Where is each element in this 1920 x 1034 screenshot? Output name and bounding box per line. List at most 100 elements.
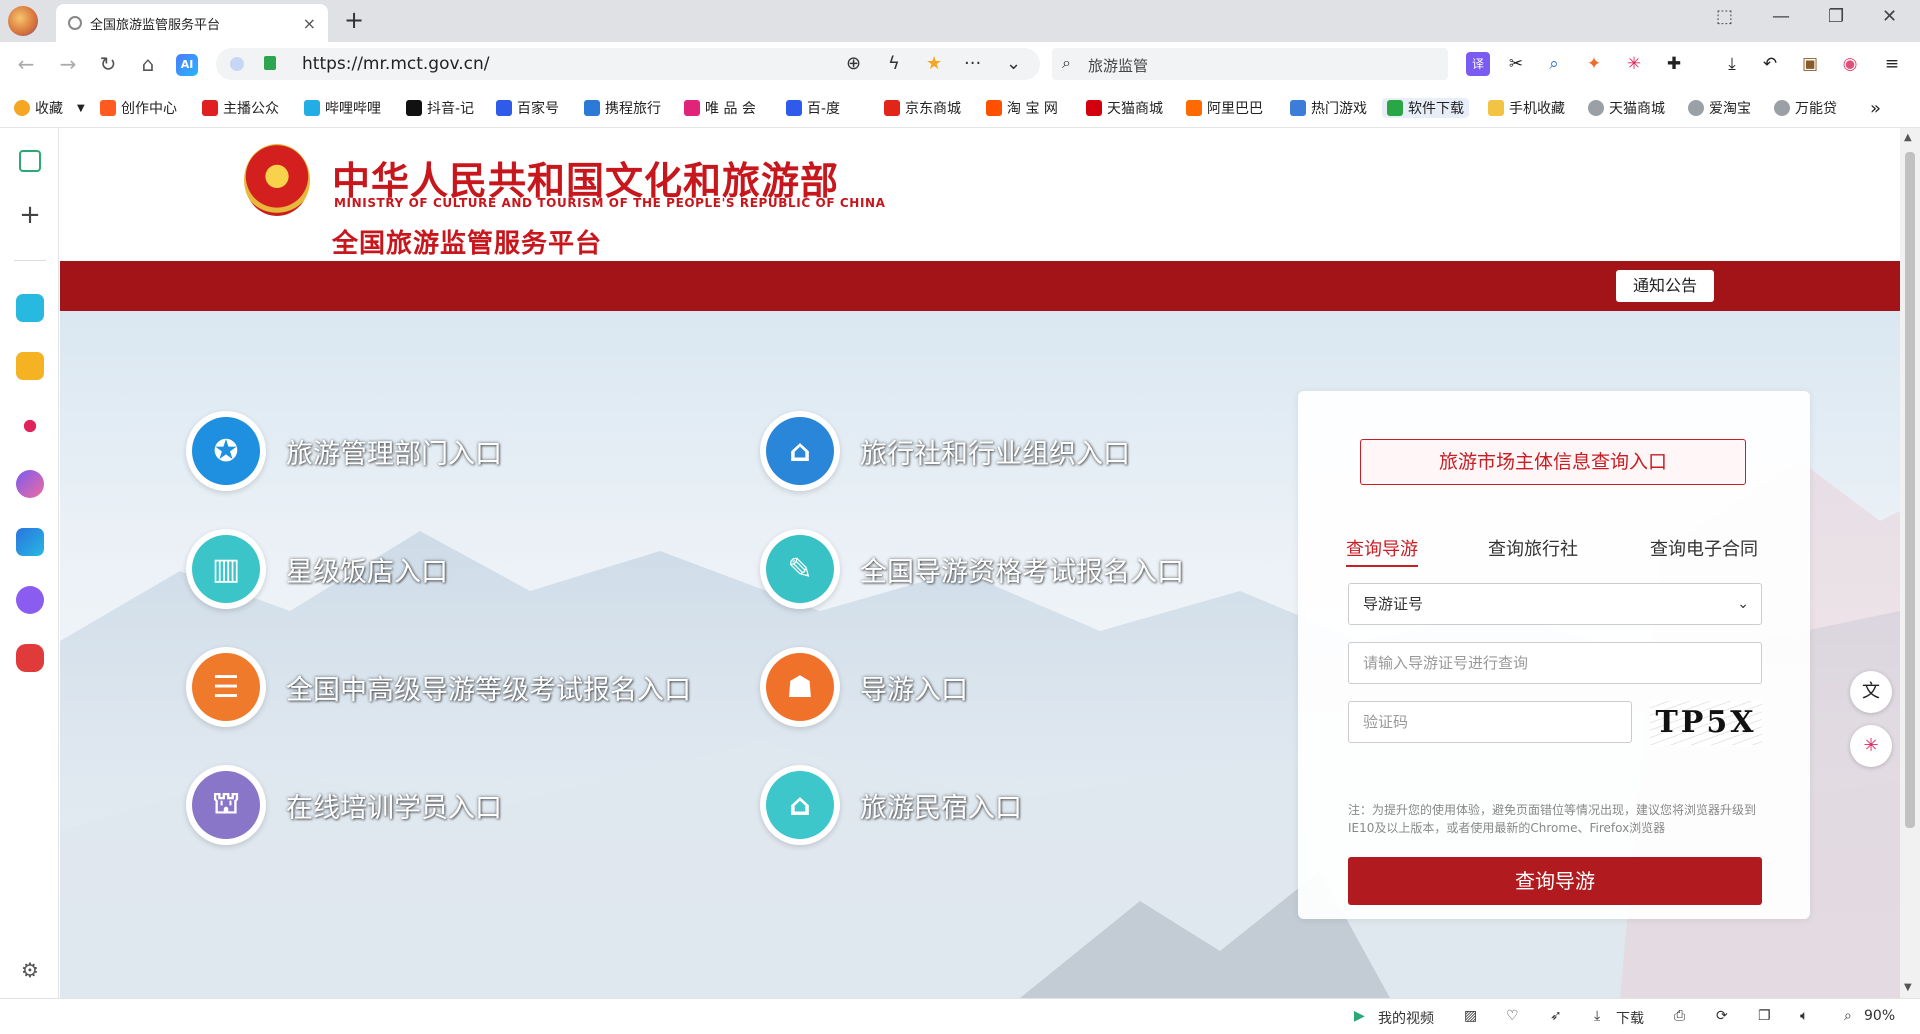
robot-icon[interactable] [16, 586, 44, 614]
entry-homestay[interactable]: ⌂ 旅游民宿入口 [760, 765, 1022, 845]
entry-star-hotel[interactable]: ▥ 星级饭店入口 [186, 529, 448, 609]
extensions-icon[interactable]: ✚ [1662, 52, 1686, 76]
browser-note: 注：为提升您的使用体验，避免页面错位等情况出现，建议您将浏览器升级到IE10及以… [1348, 803, 1757, 835]
bookmark-item[interactable]: 百家号 [496, 98, 559, 118]
undo-icon[interactable]: ↶ [1758, 52, 1782, 76]
network-icon[interactable]: ✳ [1622, 52, 1646, 76]
heart-icon[interactable]: ♡ [1506, 1008, 1519, 1024]
menu-icon[interactable]: ≡ [1880, 52, 1904, 76]
ai-app-icon[interactable] [16, 528, 44, 556]
bookmark-item[interactable]: 收藏 ▼ [14, 98, 85, 118]
bookmark-item[interactable]: 抖音-记 [406, 98, 474, 118]
page-scrollbar[interactable]: ▲ ▼ [1900, 128, 1920, 998]
favorite-star-icon[interactable]: ★ [926, 53, 942, 74]
query-guide-button[interactable]: 查询导游 [1348, 857, 1762, 905]
reload-button[interactable]: ↻ [96, 52, 120, 76]
caret-down-icon[interactable]: ▼ [77, 103, 85, 114]
home-button[interactable]: ⌂ [136, 52, 160, 76]
bookmark-item[interactable]: 天猫商城 [1086, 98, 1163, 118]
bookmark-item[interactable]: 主播公众 [202, 98, 279, 118]
bookmark-item[interactable]: 哔哩哔哩 [304, 98, 381, 118]
ai-assistant-button[interactable]: AI [176, 54, 198, 76]
bookmark-item[interactable]: 万能贷 [1774, 98, 1837, 118]
back-button[interactable]: ← [14, 52, 38, 76]
volume-icon[interactable]: 🔈︎ [1800, 1008, 1808, 1024]
network-float-icon[interactable]: ✳ [1850, 725, 1892, 767]
bookmark-item[interactable]: 创作中心 [100, 98, 177, 118]
bookmarks-more-button[interactable]: » [1870, 98, 1881, 119]
search-box[interactable]: ⌕ 旅游监管 [1052, 48, 1448, 80]
entry-guide-exam[interactable]: ✎ 全国导游资格考试报名入口 [760, 529, 1184, 609]
tab-query-contract[interactable]: 查询电子合同 [1650, 535, 1758, 561]
url-bar[interactable]: https://mr.mct.gov.cn/ ⊕ ϟ ★ ··· ⌄ [216, 48, 1040, 80]
more-icon[interactable]: ··· [964, 53, 981, 74]
star-app-icon[interactable] [16, 352, 44, 380]
entry-tourism-admin[interactable]: ✪ 旅游管理部门入口 [186, 411, 502, 491]
bookmark-item[interactable]: 爱淘宝 [1688, 98, 1751, 118]
download-button[interactable]: 下载 [1616, 1008, 1644, 1028]
lock-icon[interactable] [264, 56, 276, 70]
collab-app-icon[interactable] [16, 294, 44, 322]
scroll-thumb[interactable] [1905, 152, 1915, 828]
search-input[interactable]: 旅游监管 [1088, 55, 1148, 76]
scroll-down-icon[interactable]: ▼ [1904, 982, 1912, 993]
print-icon[interactable]: ⎙ [1674, 1008, 1685, 1024]
bookmark-item[interactable]: 唯 品 会 [684, 98, 756, 118]
captcha-image[interactable]: TP5X [1650, 701, 1762, 745]
bookmark-item[interactable]: 淘 宝 网 [986, 98, 1058, 118]
chevron-down-icon[interactable]: ⌄ [1006, 53, 1021, 74]
magnifier-icon[interactable]: ⌕ [1542, 52, 1566, 76]
image-icon[interactable]: ▨ [1464, 1008, 1477, 1024]
forward-button[interactable]: → [56, 52, 80, 76]
translate-float-icon[interactable]: 文 [1850, 671, 1892, 713]
bookmark-item[interactable]: 携程旅行 [584, 98, 661, 118]
scissors-icon[interactable]: ✂ [1504, 52, 1528, 76]
pin-window-icon[interactable]: ⬚ [1716, 6, 1733, 27]
minimize-button[interactable]: — [1772, 6, 1790, 27]
bookmark-item[interactable]: 京东商城 [884, 98, 961, 118]
home-icon[interactable] [19, 150, 41, 172]
entry-tour-guide[interactable]: ☗ 导游入口 [760, 647, 968, 727]
tab-close-icon[interactable]: × [303, 14, 316, 33]
tab-query-agency[interactable]: 查询旅行社 [1488, 535, 1578, 561]
entry-online-training[interactable]: ⛫ 在线培训学员入口 [186, 765, 502, 845]
tab-query-guide[interactable]: 查询导游 [1346, 535, 1418, 567]
new-tab-button[interactable]: + [344, 6, 364, 34]
zoom-icon[interactable]: ⊕ [846, 53, 861, 74]
network-app-icon[interactable] [16, 412, 44, 440]
download-icon[interactable]: ⤓ [1720, 52, 1744, 76]
bookmark-item[interactable]: 天猫商城 [1588, 98, 1665, 118]
gamepad-icon[interactable] [16, 644, 44, 672]
bookmark-item[interactable]: 软件下载 [1382, 98, 1469, 118]
refresh-icon[interactable]: ⟳ [1716, 1008, 1728, 1024]
my-video-button[interactable]: 我的视频 [1378, 1008, 1434, 1028]
entry-travel-agency[interactable]: ⌂ 旅行社和行业组织入口 [760, 411, 1130, 491]
bookmark-item[interactable]: 阿里巴巴 [1186, 98, 1263, 118]
settings-gear-icon[interactable]: ⚙ [16, 956, 44, 984]
rocket-icon[interactable]: ➶ [1550, 1008, 1562, 1024]
translate-icon[interactable]: 译 [1466, 52, 1490, 76]
zoom-level[interactable]: 90% [1864, 1008, 1895, 1024]
bookmark-item[interactable]: 热门游戏 [1290, 98, 1367, 118]
entry-advanced-guide-exam[interactable]: ☰ 全国中高级导游等级考试报名入口 [186, 647, 691, 727]
id-type-select[interactable]: 导游证号 ⌄ [1348, 583, 1762, 625]
briefcase-icon[interactable]: ▣ [1798, 52, 1822, 76]
captcha-input[interactable]: 验证码 [1348, 701, 1632, 743]
window-icon[interactable]: ❐ [1758, 1008, 1771, 1024]
color-wheel-icon[interactable]: ◉ [1838, 52, 1862, 76]
game-icon[interactable]: ✦ [1582, 52, 1606, 76]
active-tab[interactable]: 全国旅游监管服务平台 × [56, 4, 328, 42]
scroll-up-icon[interactable]: ▲ [1904, 132, 1912, 143]
lightning-icon[interactable]: ϟ [888, 53, 900, 74]
cert-number-input[interactable]: 请输入导游证号进行查询 [1348, 642, 1762, 684]
profile-avatar[interactable] [8, 6, 38, 36]
market-info-button[interactable]: 旅游市场主体信息查询入口 [1360, 439, 1746, 485]
restore-button[interactable]: ❐ [1828, 6, 1844, 27]
notice-button[interactable]: 通知公告 [1616, 270, 1714, 302]
add-icon[interactable]: + [16, 202, 44, 230]
close-window-button[interactable]: ✕ [1882, 6, 1897, 27]
bookmark-item[interactable]: 百-度 [786, 98, 840, 118]
bookmark-item[interactable]: 手机收藏 [1488, 98, 1565, 118]
ai-chat-icon[interactable] [16, 470, 44, 498]
url-text[interactable]: https://mr.mct.gov.cn/ [302, 54, 490, 74]
